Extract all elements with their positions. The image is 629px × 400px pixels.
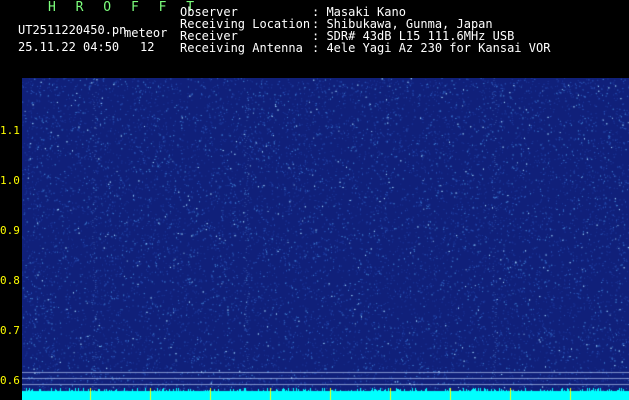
mode-label: meteor	[124, 26, 168, 40]
datetime: 25.11.22 04:50	[18, 40, 120, 54]
spectrogram-canvas	[22, 78, 629, 400]
freq-label: 0.9	[0, 224, 20, 237]
antenna-value: : 4ele Yagi Az 230 for Kansai VOR	[312, 41, 551, 55]
frequency-axis: 1.1 1.0 0.9 0.8 0.7 0.6	[0, 78, 22, 400]
spectrogram	[22, 78, 629, 400]
freq-label: 0.8	[0, 274, 20, 287]
brand-title: H R O F F T	[48, 0, 201, 15]
freq-label: 0.6	[0, 374, 20, 387]
filename: UT2511220450.pn	[18, 23, 127, 37]
freq-label: 1.1	[0, 124, 20, 137]
count-value: 12	[140, 40, 155, 54]
freq-label: 0.7	[0, 324, 20, 337]
antenna-label: Receiving Antenna	[180, 41, 303, 55]
header-panel: H R O F F T UT2511220450.pn meteor 25.11…	[0, 0, 629, 78]
freq-label: 1.0	[0, 174, 20, 187]
